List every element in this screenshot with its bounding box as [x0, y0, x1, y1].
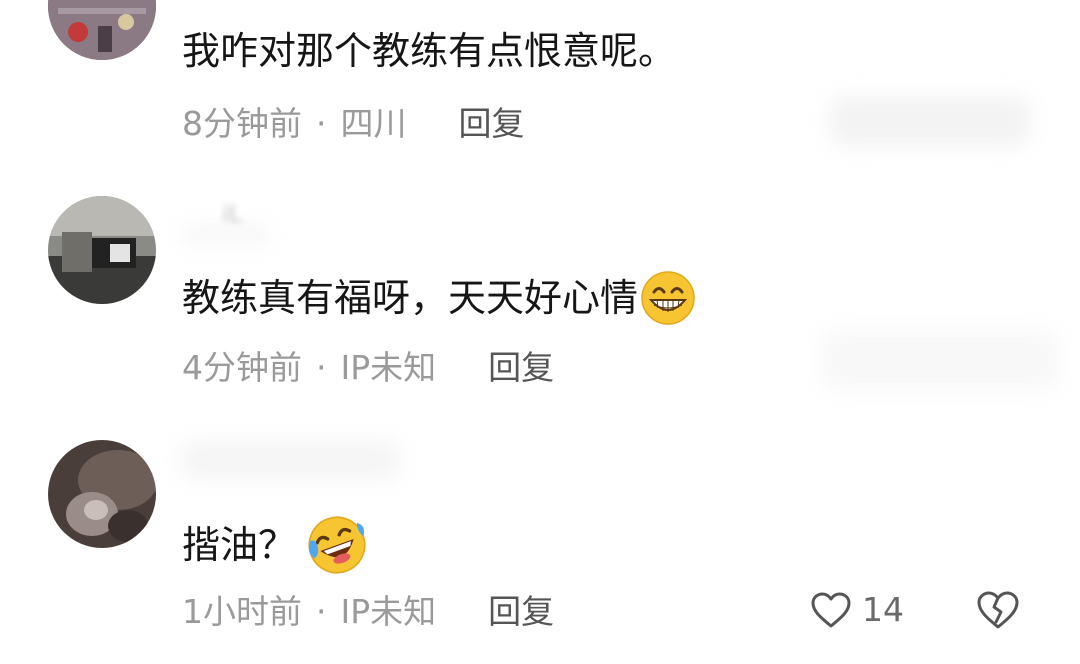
comment-time: 1小时前	[182, 592, 302, 631]
comment-location: IP未知	[340, 592, 437, 631]
avatar-photo-icon	[48, 440, 156, 548]
heart-outline-icon	[811, 592, 851, 627]
meta-separator: ·	[316, 592, 327, 631]
rolling-laughing-emoji	[308, 516, 366, 574]
like-button[interactable]: 14	[810, 590, 904, 629]
comment-item: 揩油？ 1小时前 · IP未知 回复 14	[0, 0, 1080, 664]
dislike-button[interactable]	[976, 590, 1020, 634]
comment-meta: 1小时前 · IP未知 回复	[182, 592, 554, 632]
reply-button[interactable]: 回复	[488, 592, 554, 632]
like-count: 14	[862, 590, 904, 629]
broken-heart-icon	[977, 591, 1019, 629]
avatar[interactable]	[48, 440, 156, 548]
comment-text-content: 揩油？	[182, 523, 297, 567]
blurred-region	[180, 440, 400, 480]
comment-text: 揩油？	[182, 514, 368, 576]
